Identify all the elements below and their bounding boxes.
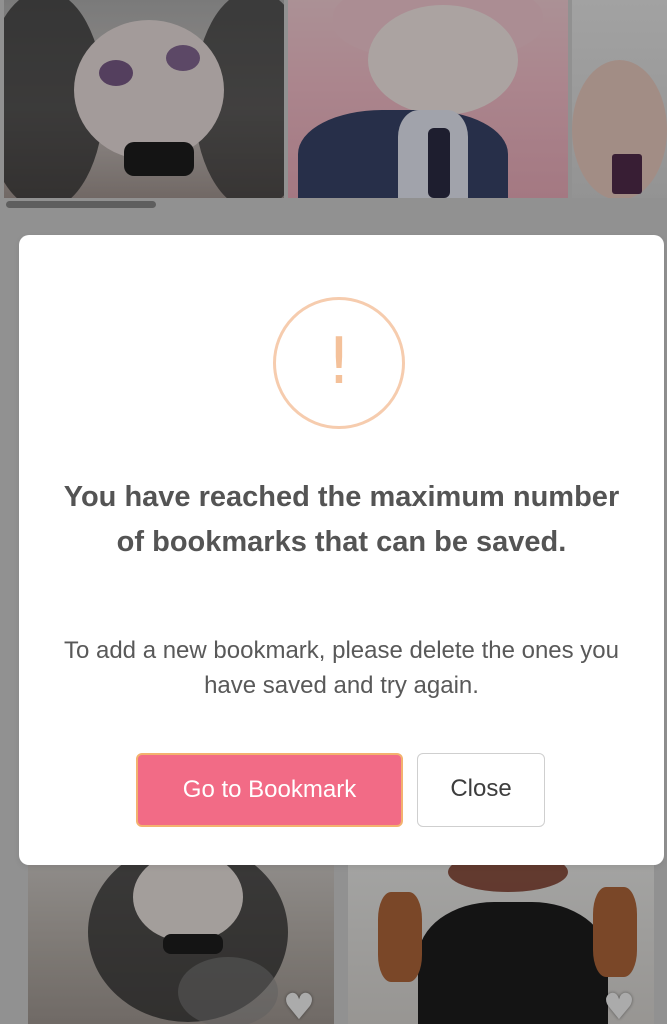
- bookmark-limit-dialog: ! You have reached the maximum number of…: [19, 235, 664, 865]
- dialog-title: You have reached the maximum number of b…: [63, 481, 620, 558]
- warning-icon: !: [273, 297, 405, 429]
- exclamation-mark: !: [326, 325, 352, 399]
- go-to-bookmark-button[interactable]: Go to Bookmark: [136, 753, 403, 827]
- dialog-message: To add a new bookmark, please delete the…: [63, 637, 620, 699]
- close-button[interactable]: Close: [417, 753, 545, 827]
